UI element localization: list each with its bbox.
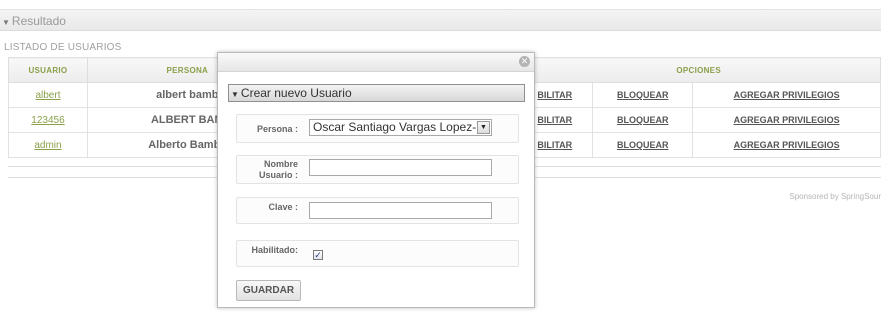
habilitado-label: Habilitado:: [251, 245, 299, 255]
column-header-usuario: USUARIO: [8, 57, 88, 83]
result-title: Resultado: [11, 14, 66, 28]
close-icon[interactable]: ✕: [519, 56, 530, 67]
persona-row: Persona : Oscar Santiago Vargas Lopez-Y …: [236, 114, 519, 143]
nombre-usuario-row: Nombre Usuario :: [236, 155, 519, 184]
clave-label: Clave :: [268, 202, 298, 212]
habilitar-link[interactable]: BILITAR: [537, 140, 572, 150]
column-header-opciones: OPCIONES: [516, 57, 881, 83]
bloquear-link[interactable]: BLOQUEAR: [617, 115, 669, 125]
nombre-usuario-label: Nombre Usuario :: [258, 159, 298, 180]
agregar-privilegios-link[interactable]: AGREGAR PRIVILEGIOS: [734, 115, 840, 125]
persona-label: Persona :: [256, 124, 298, 134]
agregar-privilegios-link[interactable]: AGREGAR PRIVILEGIOS: [734, 90, 840, 100]
user-link[interactable]: 123456: [31, 115, 64, 126]
agregar-privilegios-link[interactable]: AGREGAR PRIVILEGIOS: [734, 140, 840, 150]
bloquear-link[interactable]: BLOQUEAR: [617, 140, 669, 150]
list-title: LISTADO DE USUARIOS: [4, 42, 122, 53]
nombre-usuario-input[interactable]: [309, 159, 492, 176]
result-section-header[interactable]: ▼ Resultado: [0, 9, 881, 31]
user-link[interactable]: admin: [34, 140, 61, 151]
sponsor-text: Sponsored by SpringSour: [789, 192, 881, 201]
clave-input[interactable]: [309, 202, 492, 219]
clave-row: Clave :: [236, 197, 519, 224]
persona-select[interactable]: Oscar Santiago Vargas Lopez-Y ▼: [309, 119, 492, 136]
habilitado-checkbox[interactable]: ✓: [313, 250, 323, 260]
habilitar-link[interactable]: BILITAR: [537, 115, 572, 125]
collapse-triangle-icon: ▼: [231, 90, 239, 99]
chevron-down-icon: ▼: [477, 121, 490, 134]
legend-label: Crear nuevo Usuario: [240, 86, 352, 100]
habilitar-link[interactable]: BILITAR: [537, 90, 572, 100]
create-user-legend[interactable]: ▼ Crear nuevo Usuario: [228, 84, 525, 102]
user-link[interactable]: albert: [35, 90, 60, 101]
habilitado-row: Habilitado: ✓: [236, 240, 519, 267]
dialog-titlebar[interactable]: ✕: [218, 53, 534, 72]
persona-select-value: Oscar Santiago Vargas Lopez-Y: [313, 120, 485, 134]
create-user-dialog: ✕ ▼ Crear nuevo Usuario Persona : Oscar S…: [217, 52, 535, 308]
save-button[interactable]: GUARDAR: [236, 280, 301, 301]
bloquear-link[interactable]: BLOQUEAR: [617, 90, 669, 100]
collapse-triangle-icon: ▼: [2, 18, 10, 27]
